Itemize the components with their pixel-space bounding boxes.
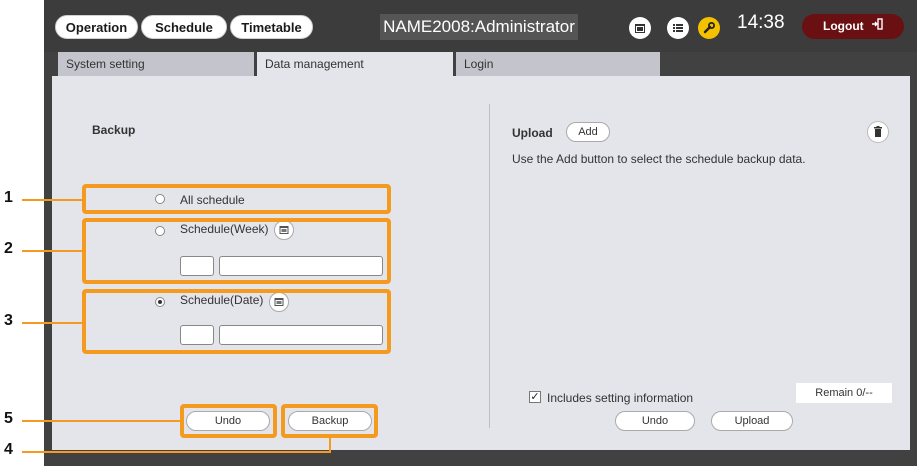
backup-title: Backup bbox=[92, 123, 136, 137]
wrench-icon[interactable] bbox=[698, 17, 720, 39]
tab-login[interactable]: Login bbox=[456, 52, 660, 76]
panel-divider bbox=[489, 104, 490, 428]
callout-box-1 bbox=[82, 184, 391, 214]
callout-number-3: 3 bbox=[4, 312, 13, 329]
nav-timetable-button[interactable]: Timetable bbox=[230, 15, 313, 39]
logout-label: Logout bbox=[823, 19, 864, 33]
includes-setting-label: Includes setting information bbox=[547, 391, 694, 405]
clock-time: 14:38 bbox=[737, 12, 785, 33]
list-icon[interactable] bbox=[667, 17, 689, 39]
callout-number-5: 5 bbox=[4, 410, 13, 427]
trash-icon[interactable] bbox=[867, 121, 889, 143]
callout-number-2: 2 bbox=[4, 240, 13, 257]
upload-undo-button[interactable]: Undo bbox=[615, 411, 695, 431]
callout-line-2 bbox=[22, 250, 84, 252]
callout-line-3 bbox=[22, 322, 84, 324]
remain-counter: Remain 0/-- bbox=[796, 383, 892, 403]
callout-box-2 bbox=[82, 218, 391, 284]
tab-data-management[interactable]: Data management bbox=[257, 52, 453, 76]
calendar-icon[interactable] bbox=[629, 17, 651, 39]
upload-hint: Use the Add button to select the schedul… bbox=[512, 152, 806, 166]
callout-box-4 bbox=[281, 404, 378, 438]
nav-schedule-button[interactable]: Schedule bbox=[141, 15, 227, 39]
callout-number-1: 1 bbox=[4, 189, 13, 206]
callout-line-4 bbox=[22, 451, 331, 453]
callout-number-4: 4 bbox=[4, 441, 13, 458]
logout-door-icon bbox=[871, 14, 883, 39]
tab-system-setting[interactable]: System setting bbox=[58, 52, 254, 76]
add-button[interactable]: Add bbox=[566, 122, 610, 142]
callout-line-1 bbox=[22, 199, 84, 201]
callout-box-5 bbox=[180, 404, 277, 438]
includes-setting-checkbox[interactable]: ✓ bbox=[529, 391, 541, 403]
callout-line-5 bbox=[22, 420, 182, 422]
user-label: NAME2008:Administrator bbox=[380, 14, 578, 40]
callout-box-3 bbox=[82, 289, 391, 354]
upload-button[interactable]: Upload bbox=[711, 411, 793, 431]
logout-button[interactable]: Logout bbox=[802, 14, 904, 39]
upload-title: Upload bbox=[512, 126, 553, 140]
nav-operation-button[interactable]: Operation bbox=[55, 15, 138, 39]
